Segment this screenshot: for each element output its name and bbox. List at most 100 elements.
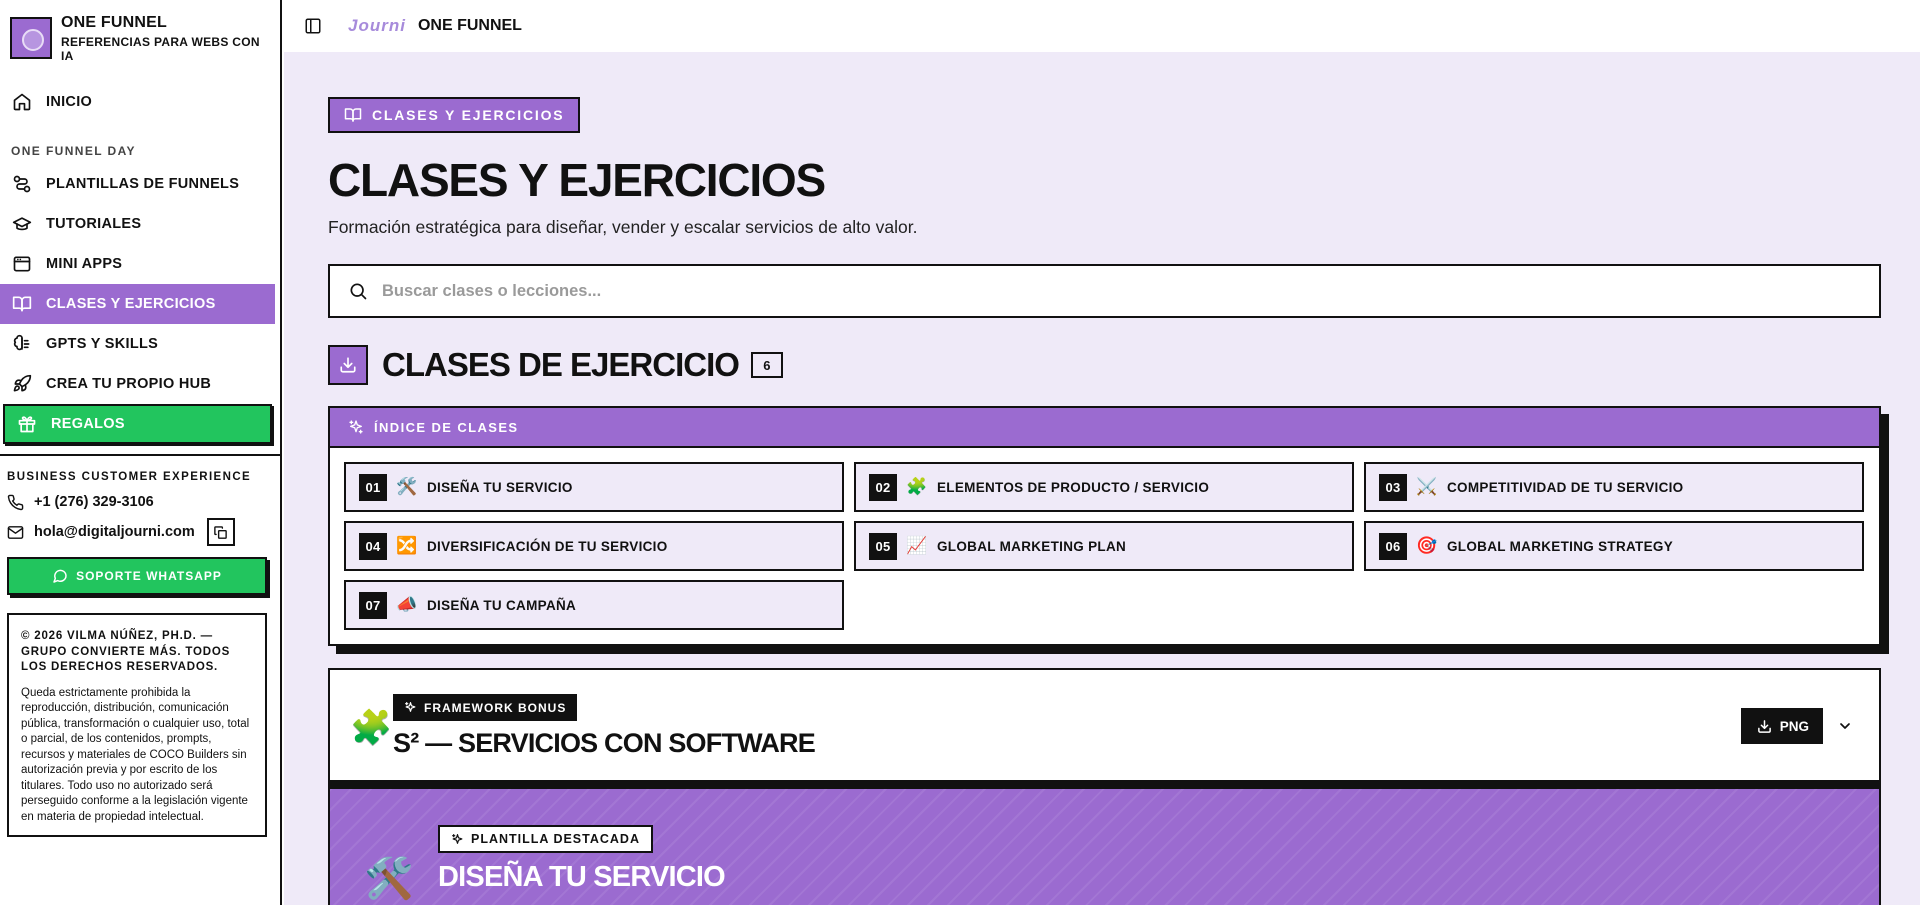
class-label: DISEÑA TU CAMPAÑA	[427, 597, 577, 613]
nav-item-label: GPTS Y SKILLS	[46, 336, 159, 352]
class-index-item-06[interactable]: 06 🎯 GLOBAL MARKETING STRATEGY	[1364, 521, 1864, 571]
search-icon	[350, 283, 367, 300]
class-index-card: ÍNDICE DE CLASES 01 🛠️ DISEÑA TU SERVICI…	[328, 406, 1881, 646]
nav-item-gpts-y-skills[interactable]: GPTS Y SKILLS	[0, 324, 275, 364]
class-index-item-05[interactable]: 05 📈 GLOBAL MARKETING PLAN	[854, 521, 1354, 571]
brand-title: ONE FUNNEL	[61, 13, 167, 31]
brain-icon	[13, 334, 30, 351]
class-index-item-02[interactable]: 02 🧩 ELEMENTOS DE PRODUCTO / SERVICIO	[854, 462, 1354, 512]
nav-item-regalos[interactable]: REGALOS	[3, 404, 272, 444]
class-number: 04	[359, 532, 387, 560]
mail-icon	[7, 525, 24, 539]
class-number: 01	[359, 473, 387, 501]
tools-icon: 🛠️	[396, 477, 418, 497]
chip-label: CLASES Y EJERCICIOS	[372, 107, 565, 123]
chart-up-icon: 📈	[906, 536, 928, 556]
featured-tag: PLANTILLA DESTACADA	[438, 825, 653, 853]
graduation-cap-icon	[12, 217, 32, 231]
download-icon	[340, 357, 356, 373]
class-label: COMPETITIVIDAD DE TU SERVICIO	[1447, 479, 1684, 495]
copy-icon	[214, 525, 228, 539]
nav-item-label: MINI APPS	[46, 256, 123, 272]
sparkles-icon	[405, 702, 416, 712]
journi-logo[interactable]: Journi	[348, 16, 406, 36]
phone-row[interactable]: +1 (276) 329-3106	[0, 487, 280, 517]
section-title: CLASES DE EJERCICIO	[382, 346, 740, 383]
sidebar-toggle-icon[interactable]	[304, 17, 322, 35]
count-badge: 6	[750, 352, 783, 378]
target-icon: 🎯	[1416, 536, 1438, 556]
legal-title: © 2026 VILMA NÚÑEZ, PH.D. — GRUPO CONVIE…	[21, 630, 231, 673]
email-address[interactable]: hola@digitaljourni.com	[34, 524, 195, 540]
puzzle-icon: 🧩	[906, 477, 928, 497]
nav-item-clases-y-ejercicios[interactable]: CLASES Y EJERCICIOS	[0, 284, 275, 324]
shuffle-icon: 🔀	[396, 536, 418, 556]
rocket-icon	[13, 374, 32, 392]
megaphone-icon: 📣	[396, 595, 418, 615]
class-index-grid: 01 🛠️ DISEÑA TU SERVICIO 02 🧩 ELEMENTOS …	[330, 448, 1879, 644]
class-index-item-01[interactable]: 01 🛠️ DISEÑA TU SERVICIO	[344, 462, 844, 512]
nav-item-plantillas-de-funnels[interactable]: PLANTILLAS DE FUNNELS	[0, 164, 275, 204]
search-input[interactable]	[382, 281, 1782, 301]
download-icon	[1757, 719, 1771, 733]
content-wrapper: CLASES Y EJERCICIOS CLASES Y EJERCICIOS …	[328, 97, 1881, 905]
whatsapp-support-button[interactable]: SOPORTE WHATSAPP	[7, 557, 267, 595]
page-chip: CLASES Y EJERCICIOS	[328, 97, 581, 133]
whatsapp-label: SOPORTE WHATSAPP	[76, 569, 222, 583]
nav-item-mini-apps[interactable]: MINI APPS	[0, 244, 275, 284]
topbar-title: ONE FUNNEL	[417, 17, 522, 34]
brand[interactable]: ONE FUNNEL REFERENCIAS PARA WEBS CON IA	[0, 0, 280, 63]
nav-item-crea-tu-propio-hub[interactable]: CREA TU PROPIO HUB	[0, 364, 275, 404]
nav-item-label: CLASES Y EJERCICIOS	[46, 296, 216, 312]
class-index-item-03[interactable]: 03 ⚔️ COMPETITIVIDAD DE TU SERVICIO	[1364, 462, 1864, 512]
phone-icon	[7, 494, 24, 510]
search-box[interactable]	[328, 264, 1881, 318]
class-label: DISEÑA TU SERVICIO	[427, 479, 573, 495]
class-index-title: ÍNDICE DE CLASES	[374, 419, 519, 435]
email-row: hola@digitaljourni.com	[0, 517, 280, 547]
class-label: DIVERSIFICACIÓN DE TU SERVICIO	[427, 538, 668, 554]
tools-icon: 🛠️	[364, 856, 414, 902]
featured-title: DISEÑA TU SERVICIO	[438, 861, 726, 893]
crossed-swords-icon: ⚔️	[1416, 477, 1438, 497]
phone-number: +1 (276) 329-3106	[34, 494, 154, 510]
class-index-item-07[interactable]: 07 📣 DISEÑA TU CAMPAÑA	[344, 580, 844, 630]
copy-email-button[interactable]	[206, 518, 235, 546]
sparkles-icon	[452, 833, 463, 844]
png-label: PNG	[1779, 718, 1809, 734]
legal-text: Queda estrictamente prohibida la reprodu…	[21, 686, 250, 823]
class-index-item-04[interactable]: 04 🔀 DIVERSIFICACIÓN DE TU SERVICIO	[344, 521, 844, 571]
chevron-down-icon[interactable]	[1837, 718, 1853, 734]
framework-card[interactable]: 🧩 FRAMEWORK BONUS S² — SERVICIOS CON SOF…	[328, 668, 1881, 782]
featured-template-card[interactable]: PLANTILLA DESTACADA 🛠️ DISEÑA TU SERVICI…	[328, 787, 1881, 905]
nav-item-label: REGALOS	[51, 416, 125, 432]
nav-item-label: PLANTILLAS DE FUNNELS	[46, 176, 240, 192]
nav-item-label: CREA TU PROPIO HUB	[46, 376, 212, 392]
class-label: ELEMENTOS DE PRODUCTO / SERVICIO	[937, 479, 1210, 495]
download-png-button[interactable]: PNG	[1740, 708, 1823, 744]
nav-item-tutoriales[interactable]: TUTORIALES	[0, 204, 275, 244]
class-label: GLOBAL MARKETING PLAN	[937, 538, 1127, 554]
funnel-route-icon	[13, 175, 31, 193]
framework-title: S² — SERVICIOS CON SOFTWARE	[393, 728, 816, 758]
class-index-header: ÍNDICE DE CLASES	[330, 408, 1879, 448]
sidebar: ONE FUNNEL REFERENCIAS PARA WEBS CON IA …	[0, 0, 282, 905]
class-number: 03	[1379, 473, 1407, 501]
page-title: CLASES Y EJERCICIOS	[328, 154, 826, 206]
brand-subtitle: REFERENCIAS PARA WEBS CON IA	[61, 34, 260, 63]
sparkles-icon	[349, 420, 363, 434]
gift-icon	[18, 416, 36, 433]
chat-bubble-icon	[53, 569, 67, 583]
main-content: CLASES Y EJERCICIOS CLASES Y EJERCICIOS …	[284, 52, 1920, 905]
framework-tag: FRAMEWORK BONUS	[393, 694, 578, 721]
book-open-icon	[344, 108, 362, 122]
home-icon	[13, 93, 31, 111]
nav-item-inicio[interactable]: INICIO	[0, 82, 275, 122]
framework-tag-label: FRAMEWORK BONUS	[424, 700, 567, 715]
contact-title: BUSINESS CUSTOMER EXPERIENCE	[7, 471, 252, 483]
page-subtitle: Formación estratégica para diseñar, vend…	[328, 217, 918, 237]
nav-item-label: TUTORIALES	[46, 216, 142, 232]
app-window-icon	[13, 256, 31, 272]
class-label: GLOBAL MARKETING STRATEGY	[1447, 538, 1673, 554]
class-number: 07	[359, 591, 387, 619]
